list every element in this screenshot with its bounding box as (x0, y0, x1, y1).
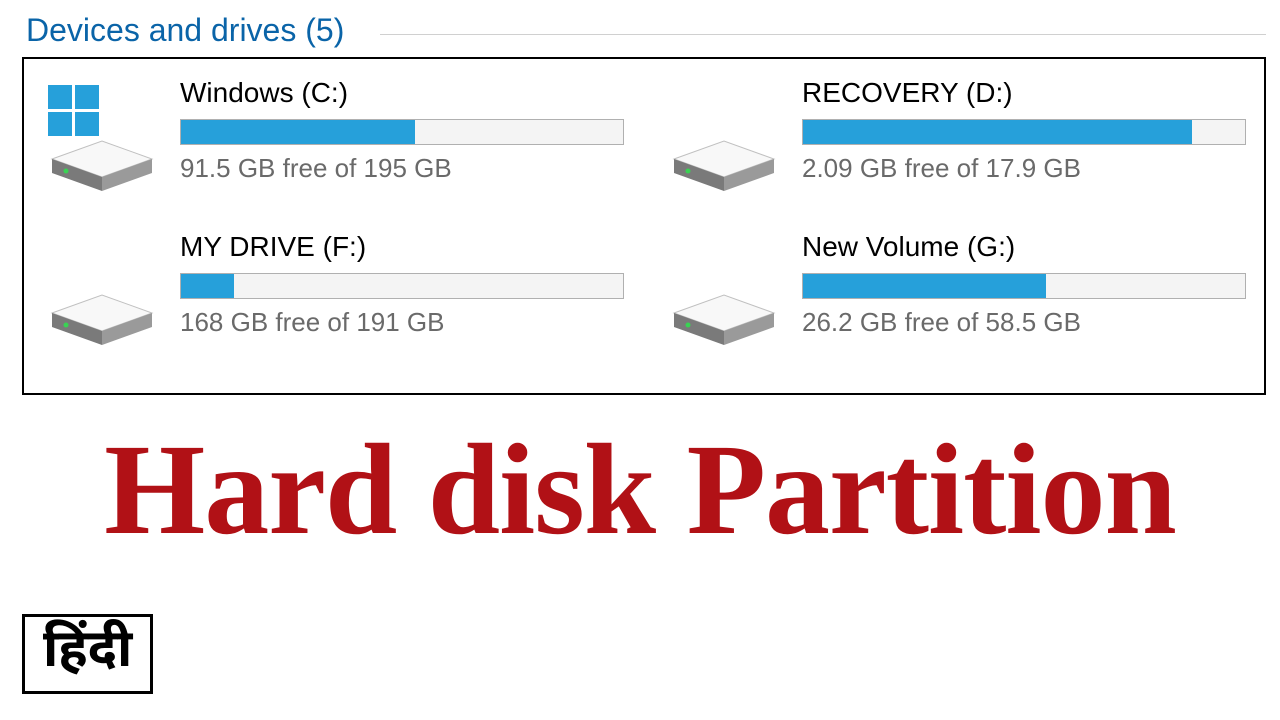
drive-info: Windows (C:) 91.5 GB free of 195 GB (180, 73, 624, 184)
drive-name-label: New Volume (G:) (802, 231, 1246, 263)
section-title-text: Devices and drives (5) (26, 12, 344, 48)
drive-icon (42, 79, 162, 199)
capacity-bar (180, 119, 624, 145)
drive-item-c[interactable]: Windows (C:) 91.5 GB free of 195 GB (42, 73, 624, 199)
language-badge: हिंदी (22, 614, 153, 694)
drive-item-g[interactable]: New Volume (G:) 26.2 GB free of 58.5 GB (664, 227, 1246, 353)
drive-info: New Volume (G:) 26.2 GB free of 58.5 GB (802, 227, 1246, 338)
capacity-bar (802, 119, 1246, 145)
section-header: Devices and drives (5) (0, 0, 1280, 57)
drive-status-label: 26.2 GB free of 58.5 GB (802, 307, 1246, 338)
capacity-fill (181, 120, 415, 144)
drive-icon (664, 79, 784, 199)
header-divider (380, 34, 1266, 35)
drive-info: MY DRIVE (F:) 168 GB free of 191 GB (180, 227, 624, 338)
drives-grid: Windows (C:) 91.5 GB free of 195 GB (42, 73, 1246, 353)
page-title: Hard disk Partition (0, 425, 1280, 555)
capacity-fill (803, 274, 1046, 298)
drive-status-label: 168 GB free of 191 GB (180, 307, 624, 338)
drive-name-label: RECOVERY (D:) (802, 77, 1246, 109)
drive-name-label: Windows (C:) (180, 77, 624, 109)
hard-drive-icon (664, 233, 784, 353)
capacity-bar (180, 273, 624, 299)
capacity-fill (803, 120, 1192, 144)
drive-icon (664, 233, 784, 353)
hard-drive-icon (42, 233, 162, 353)
drive-info: RECOVERY (D:) 2.09 GB free of 17.9 GB (802, 73, 1246, 184)
drive-status-label: 91.5 GB free of 195 GB (180, 153, 624, 184)
drive-name-label: MY DRIVE (F:) (180, 231, 624, 263)
drives-panel: Windows (C:) 91.5 GB free of 195 GB (22, 57, 1266, 395)
drive-item-d[interactable]: RECOVERY (D:) 2.09 GB free of 17.9 GB (664, 73, 1246, 199)
hard-drive-icon (42, 79, 162, 199)
drive-status-label: 2.09 GB free of 17.9 GB (802, 153, 1246, 184)
hard-drive-icon (664, 79, 784, 199)
drive-icon (42, 233, 162, 353)
drive-item-f[interactable]: MY DRIVE (F:) 168 GB free of 191 GB (42, 227, 624, 353)
capacity-fill (181, 274, 234, 298)
capacity-bar (802, 273, 1246, 299)
windows-logo-icon (48, 85, 99, 136)
